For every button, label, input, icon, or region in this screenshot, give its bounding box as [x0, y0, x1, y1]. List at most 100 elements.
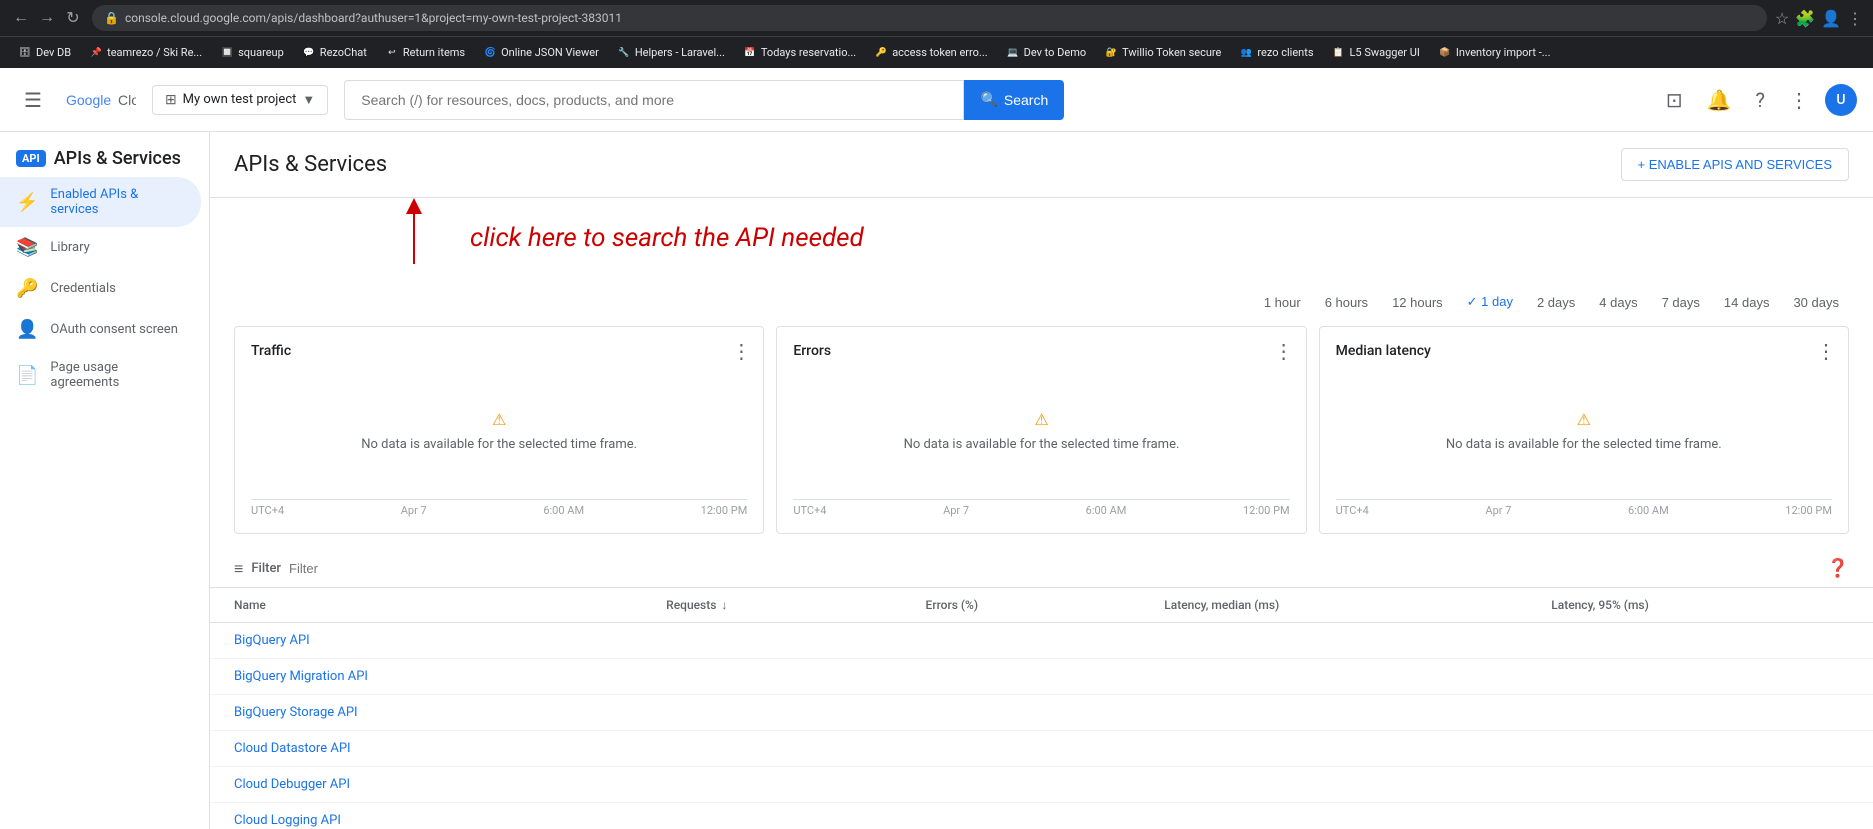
axis-utc: UTC+4	[251, 504, 284, 517]
reload-button[interactable]: ↻	[62, 7, 84, 29]
enabled-apis-icon: ⚡	[16, 192, 38, 213]
errors-chart-more[interactable]: ⋮	[1274, 339, 1294, 363]
bookmark-icon[interactable]: ☆	[1775, 9, 1789, 28]
api-link-cloud-debugger[interactable]: Cloud Debugger API	[234, 777, 350, 792]
api-link-bigquery-storage[interactable]: BigQuery Storage API	[234, 705, 358, 720]
table-row: Cloud Datastore API	[210, 731, 1873, 767]
latency-no-data-msg: No data is available for the selected ti…	[1446, 437, 1722, 452]
traffic-no-data: ⚠ No data is available for the selected …	[251, 371, 747, 491]
warning-icon: ⚠	[1034, 410, 1048, 429]
url-bar[interactable]: 🔒 console.cloud.google.com/apis/dashboar…	[92, 5, 1767, 31]
table-row: BigQuery API	[210, 623, 1873, 659]
bookmark-teamrezo[interactable]: 📌 teamrezo / Ski Re...	[81, 43, 210, 63]
bookmark-favicon: 🗄	[18, 46, 32, 60]
bookmark-rezochat[interactable]: 💬 RezoChat	[294, 43, 375, 63]
search-button[interactable]: 🔍 Search	[964, 80, 1064, 120]
menu-icon[interactable]: ⋮	[1847, 9, 1863, 28]
bookmark-favicon: 🔧	[617, 46, 631, 60]
extension-icon[interactable]: 🧩	[1795, 9, 1815, 28]
errors-axis: UTC+4 Apr 7 6:00 AM 12:00 PM	[793, 499, 1289, 517]
options-icon[interactable]: ⋮	[1781, 80, 1817, 120]
errors-no-data-msg: No data is available for the selected ti…	[904, 437, 1180, 452]
bookmark-reservation[interactable]: 📅 Todays reservatio...	[735, 43, 864, 63]
back-button[interactable]: ←	[10, 7, 32, 29]
axis-6am: 6:00 AM	[1628, 504, 1669, 517]
col-latency-95: Latency, 95% (ms)	[1527, 588, 1873, 623]
search-bar-container: 🔍 Search	[344, 80, 1064, 120]
time-btn-7days[interactable]: 7 days	[1652, 291, 1710, 314]
filter-icon: ≡	[234, 559, 243, 579]
col-errors: Errors (%)	[902, 588, 1141, 623]
page-title: APIs & Services	[234, 152, 387, 177]
sidebar-item-page-usage[interactable]: 📄 Page usage agreements	[0, 350, 201, 400]
time-btn-30days[interactable]: 30 days	[1783, 291, 1849, 314]
api-link-bigquery[interactable]: BigQuery API	[234, 633, 310, 648]
bookmark-devdb[interactable]: 🗄 Dev DB	[10, 43, 79, 63]
bookmark-swagger[interactable]: 📋 L5 Swagger UI	[1324, 43, 1428, 63]
cell-requests	[642, 623, 901, 659]
bookmarks-bar: 🗄 Dev DB 📌 teamrezo / Ski Re... 🔲 square…	[0, 36, 1873, 68]
help-icon[interactable]: ?	[1748, 80, 1773, 120]
filter-input[interactable]	[289, 561, 1819, 576]
app-header: ☰ Google Cloud ⊞ My own test project ▼ 🔍…	[0, 68, 1873, 132]
col-requests[interactable]: Requests ↓	[642, 588, 901, 623]
traffic-chart-title: Traffic	[251, 343, 747, 359]
bookmark-twillio[interactable]: 🔐 Twillio Token secure	[1096, 43, 1229, 63]
api-link-cloud-datastore[interactable]: Cloud Datastore API	[234, 741, 351, 756]
cell-latency-median	[1140, 659, 1527, 695]
sidebar-item-oauth[interactable]: 👤 OAuth consent screen	[0, 309, 201, 350]
sort-icon: ↓	[721, 598, 727, 612]
search-input[interactable]	[344, 80, 964, 120]
bookmark-label: Online JSON Viewer	[501, 46, 599, 59]
bookmark-inventory[interactable]: 📦 Inventory import -...	[1430, 43, 1559, 63]
bookmark-squareup[interactable]: 🔲 squareup	[212, 43, 292, 63]
bookmark-dev-demo[interactable]: 💻 Dev to Demo	[998, 43, 1095, 63]
sidebar-item-label: Credentials	[50, 281, 115, 296]
hamburger-menu[interactable]: ☰	[16, 80, 50, 120]
cell-requests	[642, 659, 901, 695]
terminal-icon[interactable]: ⊡	[1658, 80, 1691, 120]
api-link-cloud-logging[interactable]: Cloud Logging API	[234, 813, 341, 828]
time-range-selector: 1 hour 6 hours 12 hours ✓ 1 day 2 days 4…	[210, 278, 1873, 326]
cell-errors	[902, 767, 1141, 803]
time-btn-1day[interactable]: ✓ 1 day	[1457, 290, 1523, 314]
time-btn-12hours[interactable]: 12 hours	[1382, 291, 1453, 314]
cell-requests	[642, 731, 901, 767]
sidebar-item-library[interactable]: 📚 Library	[0, 227, 201, 268]
sidebar-item-enabled-apis[interactable]: ⚡ Enabled APIs & services	[0, 177, 201, 227]
bookmark-label: RezoChat	[320, 46, 367, 59]
enable-apis-button[interactable]: + ENABLE APIS AND SERVICES	[1621, 148, 1850, 181]
help-circle-icon[interactable]: ❓	[1827, 558, 1849, 579]
api-link-bigquery-migration[interactable]: BigQuery Migration API	[234, 669, 368, 684]
time-btn-14days[interactable]: 14 days	[1714, 291, 1780, 314]
latency-chart-more[interactable]: ⋮	[1816, 339, 1836, 363]
project-selector[interactable]: ⊞ My own test project ▼	[152, 85, 328, 115]
sidebar-item-credentials[interactable]: 🔑 Credentials	[0, 268, 201, 309]
axis-apr7: Apr 7	[943, 504, 969, 517]
bookmark-helpers[interactable]: 🔧 Helpers - Laravel...	[609, 43, 733, 63]
bookmark-access-token[interactable]: 🔑 access token erro...	[866, 43, 995, 63]
bookmark-rezo-clients[interactable]: 👥 rezo clients	[1231, 43, 1321, 63]
main-content: APIs & Services + ENABLE APIS AND SERVIC…	[210, 132, 1873, 829]
google-cloud-logo[interactable]: Google Cloud	[66, 88, 136, 112]
col-latency-median: Latency, median (ms)	[1140, 588, 1527, 623]
time-btn-1hour[interactable]: 1 hour	[1254, 291, 1311, 314]
errors-no-data: ⚠ No data is available for the selected …	[793, 371, 1289, 491]
cell-requests	[642, 803, 901, 829]
axis-6am: 6:00 AM	[1086, 504, 1127, 517]
app-body: API APIs & Services ⚡ Enabled APIs & ser…	[0, 132, 1873, 829]
bookmark-json[interactable]: 🌀 Online JSON Viewer	[475, 43, 607, 63]
traffic-chart-more[interactable]: ⋮	[731, 339, 751, 363]
annotation-text: click here to search the API needed	[470, 223, 864, 253]
forward-button[interactable]: →	[36, 7, 58, 29]
bookmark-favicon: 📅	[743, 46, 757, 60]
time-btn-4days[interactable]: 4 days	[1589, 291, 1647, 314]
time-btn-2days[interactable]: 2 days	[1527, 291, 1585, 314]
notification-icon[interactable]: 🔔	[1699, 80, 1740, 120]
time-btn-6hours[interactable]: 6 hours	[1315, 291, 1378, 314]
profile-icon[interactable]: 👤	[1821, 9, 1841, 28]
cell-latency-median	[1140, 803, 1527, 829]
credentials-icon: 🔑	[16, 278, 38, 299]
bookmark-return[interactable]: ↩ Return items	[377, 43, 473, 63]
avatar[interactable]: U	[1825, 84, 1857, 116]
